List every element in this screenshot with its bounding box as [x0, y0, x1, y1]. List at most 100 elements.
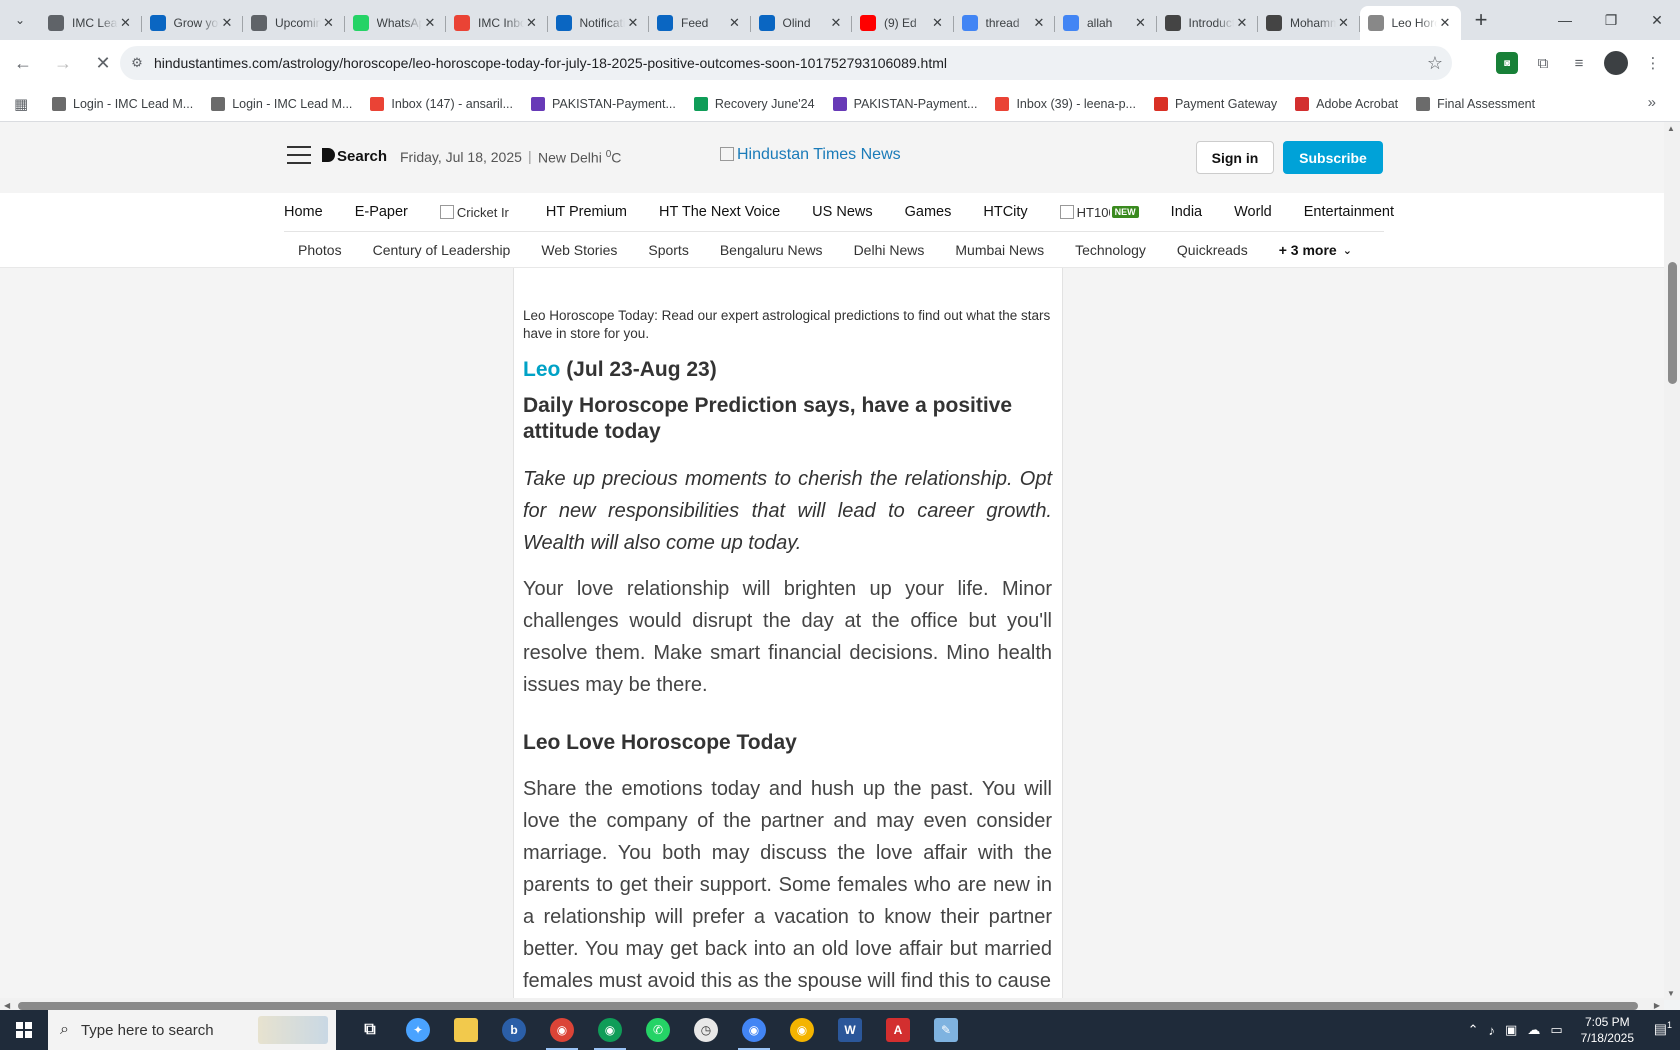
more-nav-button[interactable]: + 3 more ⌄	[1279, 242, 1352, 258]
nav-item[interactable]: US News	[812, 204, 872, 220]
browser-tab[interactable]: Notifications✕	[548, 6, 650, 40]
tab-close-icon[interactable]: ✕	[118, 15, 134, 31]
network-icon[interactable]: ▭	[1550, 1022, 1562, 1038]
acrobat-icon[interactable]: A	[874, 1010, 922, 1050]
horizontal-scroll-thumb[interactable]	[18, 1002, 1638, 1010]
tab-close-icon[interactable]: ✕	[727, 15, 743, 31]
minimize-icon[interactable]: —	[1542, 0, 1588, 40]
tab-close-icon[interactable]: ✕	[219, 15, 235, 31]
scroll-up-icon[interactable]: ▲	[1667, 124, 1675, 133]
nav-item[interactable]: HT The Next Voice	[659, 204, 780, 220]
nav-item[interactable]: World	[1234, 204, 1272, 220]
taskbar-clock[interactable]: 7:05 PM 7/18/2025	[1581, 1014, 1634, 1046]
tab-close-icon[interactable]: ✕	[625, 15, 641, 31]
secondary-nav-item[interactable]: Century of Leadership	[373, 242, 511, 258]
bookmark-item[interactable]: Inbox (39) - leena-p...	[995, 96, 1136, 111]
bookmark-item[interactable]: Login - IMC Lead M...	[52, 96, 193, 111]
hamburger-menu-icon[interactable]	[287, 146, 311, 164]
whatsapp-icon[interactable]: ✆	[634, 1010, 682, 1050]
nav-item[interactable]: Cricket Ir	[439, 201, 514, 223]
secondary-nav-item[interactable]: Bengaluru News	[720, 242, 823, 258]
file-explorer-icon[interactable]	[442, 1010, 490, 1050]
chrome-profile-2-icon[interactable]: ◉	[730, 1010, 778, 1050]
secondary-nav-item[interactable]: Sports	[648, 242, 688, 258]
nav-item[interactable]: HTCity	[983, 204, 1027, 220]
extensions-puzzle-icon[interactable]: ⧉	[1532, 52, 1554, 74]
chrome-profile-3-icon[interactable]: ◉	[778, 1010, 826, 1050]
browser-tab[interactable]: Upcoming✕	[243, 6, 345, 40]
sign-in-button[interactable]: Sign in	[1196, 141, 1274, 174]
back-icon[interactable]: ←	[6, 46, 40, 80]
site-logo[interactable]: Hindustan Times News	[720, 146, 901, 164]
nav-item[interactable]: Home	[284, 204, 323, 220]
browser-tab[interactable]: allah ✕	[1055, 6, 1157, 40]
browser-menu-icon[interactable]: ⋮	[1642, 52, 1664, 74]
browser-tab[interactable]: IMC Lead Management✕	[40, 6, 142, 40]
nav-item[interactable]: Entertainment	[1304, 204, 1394, 220]
bookmark-item[interactable]: Recovery June'24	[693, 96, 815, 111]
tab-close-icon[interactable]: ✕	[930, 15, 946, 31]
nav-item[interactable]: HT100NEW	[1059, 201, 1139, 223]
new-tab-icon[interactable]: +	[1463, 2, 1499, 38]
taskbar-search[interactable]: ⌕ Type here to search	[48, 1010, 336, 1050]
browser-tab[interactable]: thread ✕	[954, 6, 1056, 40]
profile-avatar[interactable]	[1604, 51, 1628, 75]
browser-tab[interactable]: (9) Ed ✕	[852, 6, 954, 40]
task-view-icon[interactable]: ⧉	[346, 1010, 394, 1050]
nav-item[interactable]: E-Paper	[355, 204, 408, 220]
notification-center-icon[interactable]: ▤1	[1654, 1020, 1672, 1038]
extension-green-icon[interactable]: ◙	[1496, 52, 1518, 74]
browser-tab[interactable]: WhatsApp✕	[345, 6, 447, 40]
vertical-scrollbar[interactable]: ▲ ▼	[1664, 122, 1680, 1000]
app-icon[interactable]: b	[490, 1010, 538, 1050]
nav-item[interactable]: India	[1171, 204, 1202, 220]
copilot-icon[interactable]: ✦	[394, 1010, 442, 1050]
forward-icon[interactable]: →	[46, 46, 80, 80]
tab-search-menu-icon[interactable]: ⌄	[0, 0, 40, 40]
nav-item[interactable]: Games	[905, 204, 952, 220]
bookmark-item[interactable]: Final Assessment	[1416, 96, 1535, 111]
clock-app-icon[interactable]: ◷	[682, 1010, 730, 1050]
secondary-nav-item[interactable]: Technology	[1075, 242, 1146, 258]
tab-close-icon[interactable]: ✕	[321, 15, 337, 31]
bookmark-item[interactable]: Adobe Acrobat	[1295, 96, 1398, 111]
volume-icon[interactable]: ♪	[1489, 1023, 1496, 1038]
sign-link[interactable]: Leo	[523, 358, 560, 381]
tab-close-icon[interactable]: ✕	[1336, 15, 1352, 31]
secondary-nav-item[interactable]: Delhi News	[854, 242, 925, 258]
site-info-icon[interactable]: ⚙	[120, 55, 154, 71]
bookmark-item[interactable]: Login - IMC Lead M...	[211, 96, 352, 111]
bookmark-item[interactable]: PAKISTAN-Payment...	[531, 96, 676, 111]
tab-close-icon[interactable]: ✕	[1234, 15, 1250, 31]
address-bar[interactable]: ⚙ hindustantimes.com/astrology/horoscope…	[120, 46, 1452, 80]
url-text[interactable]: hindustantimes.com/astrology/horoscope/l…	[154, 55, 1418, 71]
browser-tab[interactable]: Olind ✕	[751, 6, 853, 40]
tab-close-icon[interactable]: ✕	[828, 15, 844, 31]
word-icon[interactable]: W	[826, 1010, 874, 1050]
secondary-nav-item[interactable]: Mumbai News	[955, 242, 1044, 258]
bookmark-item[interactable]: PAKISTAN-Payment...	[832, 96, 977, 111]
nav-item[interactable]: HT Premium	[546, 204, 627, 220]
chrome-profile-icon[interactable]: ◉	[586, 1010, 634, 1050]
secondary-nav-item[interactable]: Web Stories	[541, 242, 617, 258]
tab-close-icon[interactable]: ✕	[1133, 15, 1149, 31]
start-button[interactable]	[0, 1010, 48, 1050]
browser-tab[interactable]: Introduction✕	[1157, 6, 1259, 40]
tab-close-icon[interactable]: ✕	[422, 15, 438, 31]
subscribe-button[interactable]: Subscribe	[1283, 141, 1383, 174]
scroll-down-icon[interactable]: ▼	[1667, 989, 1675, 998]
browser-tab[interactable]: Leo Horoscope✕	[1359, 6, 1461, 40]
vertical-scroll-thumb[interactable]	[1668, 262, 1677, 384]
chrome-icon[interactable]: ◉	[538, 1010, 586, 1050]
tab-close-icon[interactable]: ✕	[524, 15, 540, 31]
bookmark-star-icon[interactable]: ☆	[1418, 53, 1452, 74]
media-control-icon[interactable]: ≡	[1568, 52, 1590, 74]
browser-tab[interactable]: Feed ✕	[649, 6, 751, 40]
bookmark-item[interactable]: Inbox (147) - ansaril...	[370, 96, 513, 111]
restore-icon[interactable]: ❐	[1588, 0, 1634, 40]
search-button[interactable]: Search	[322, 148, 387, 165]
stop-loading-icon[interactable]: ✕	[86, 46, 120, 80]
tab-close-icon[interactable]: ✕	[1031, 15, 1047, 31]
secondary-nav-item[interactable]: Quickreads	[1177, 242, 1248, 258]
scroll-right-icon[interactable]: ▶	[1654, 1001, 1660, 1010]
